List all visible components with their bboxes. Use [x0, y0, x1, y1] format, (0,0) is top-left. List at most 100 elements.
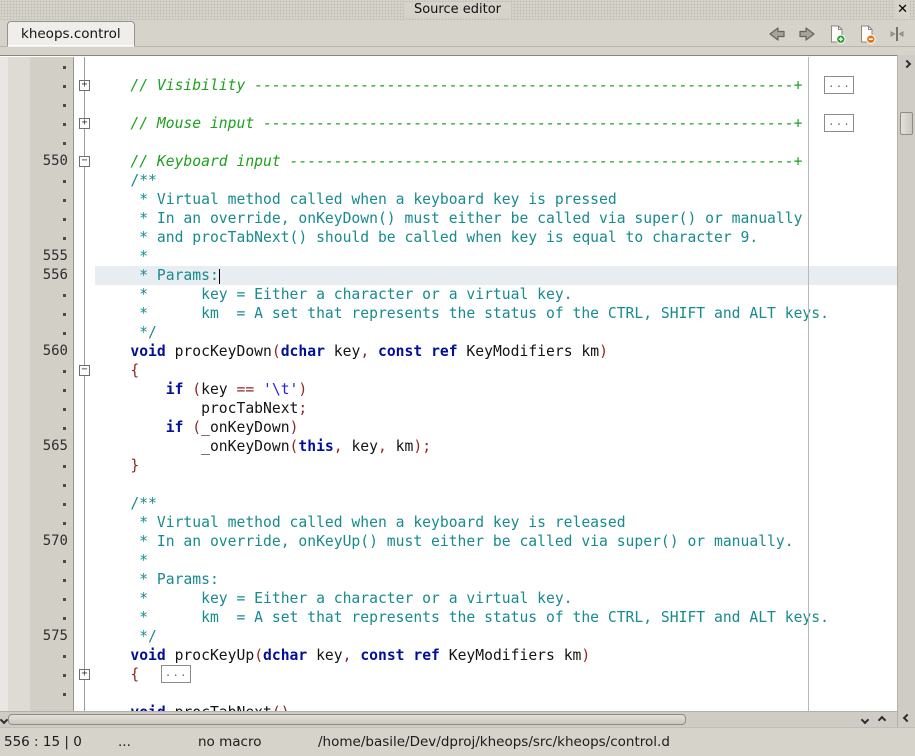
code-line[interactable]: * km = A set that represents the status …	[0, 608, 897, 627]
code-text[interactable]: // Visibility --------------------------…	[95, 76, 897, 95]
code-line[interactable]: * Virtual method called when a keyboard …	[0, 190, 897, 209]
vertical-scrollbar[interactable]	[897, 55, 915, 727]
bookmark-gutter	[8, 57, 30, 76]
code-line[interactable]	[0, 57, 897, 76]
code-text[interactable]	[95, 475, 897, 494]
code-text[interactable]: * Params:	[95, 266, 897, 285]
tab-kheops-control[interactable]: kheops.control	[7, 21, 135, 47]
code-text[interactable]	[95, 133, 897, 152]
code-line[interactable]: * key = Either a character or a virtual …	[0, 285, 897, 304]
code-token: )	[581, 647, 590, 664]
code-line[interactable]: 550− // Keyboard input -----------------…	[0, 152, 897, 171]
code-line[interactable]: 575 */	[0, 627, 897, 646]
code-line[interactable]: if (key == '\t')	[0, 380, 897, 399]
code-text[interactable]: *	[95, 247, 897, 266]
fold-toggle-icon[interactable]: +	[79, 669, 90, 680]
code-text[interactable]: procTabNext;	[95, 399, 897, 418]
code-line[interactable]: + {...	[0, 665, 897, 684]
code-text[interactable]: * and procTabNext() should be called whe…	[95, 228, 897, 247]
code-line[interactable]: 555 *	[0, 247, 897, 266]
code-line[interactable]: /**	[0, 494, 897, 513]
code-line[interactable]: + // Mouse input -----------------------…	[0, 114, 897, 133]
code-text[interactable]: {...	[95, 665, 897, 684]
code-line[interactable]: if (_onKeyDown)	[0, 418, 897, 437]
code-text[interactable]: */	[95, 627, 897, 646]
fold-toggle-icon[interactable]: +	[79, 118, 90, 129]
code-text[interactable]: *	[95, 551, 897, 570]
back-icon[interactable]	[767, 24, 787, 44]
fold-toggle-icon[interactable]: −	[79, 365, 90, 376]
code-line[interactable]	[0, 684, 897, 703]
code-token: key	[325, 343, 360, 360]
vertical-scroll-thumb[interactable]	[900, 112, 913, 135]
code-text[interactable]: * km = A set that represents the status …	[95, 304, 897, 323]
code-line[interactable]: procTabNext;	[0, 399, 897, 418]
code-text[interactable]	[95, 57, 897, 76]
forward-icon[interactable]	[797, 24, 817, 44]
code-text[interactable]: */	[95, 323, 897, 342]
code-text[interactable]: * km = A set that represents the status …	[95, 608, 897, 627]
code-text[interactable]	[95, 95, 897, 114]
code-text[interactable]: /**	[95, 171, 897, 190]
scroll-down-icon[interactable]	[898, 711, 915, 725]
scroll-left2-icon[interactable]	[858, 712, 872, 728]
line-dot	[30, 589, 73, 608]
new-document-icon[interactable]	[827, 24, 847, 44]
code-line[interactable]: void procKeyUp(dchar key, const ref KeyM…	[0, 646, 897, 665]
code-text[interactable]: // Mouse input -------------------------…	[95, 114, 897, 133]
code-text[interactable]: * In an override, onKeyDown() must eithe…	[95, 209, 897, 228]
code-text[interactable]: * key = Either a character or a virtual …	[95, 285, 897, 304]
code-line[interactable]: − {	[0, 361, 897, 380]
code-line[interactable]: + // Visibility ------------------------…	[0, 76, 897, 95]
code-line[interactable]: 556 * Params:	[0, 266, 897, 285]
collapsed-fold-box[interactable]: ...	[824, 76, 854, 94]
code-text[interactable]: void procKeyDown(dchar key, const ref Ke…	[95, 342, 897, 361]
scroll-up-icon[interactable]	[898, 57, 915, 71]
code-text[interactable]: if (_onKeyDown)	[95, 418, 897, 437]
code-line[interactable]	[0, 95, 897, 114]
code-line[interactable]: /**	[0, 171, 897, 190]
close-document-icon[interactable]	[857, 24, 877, 44]
code-line[interactable]: * key = Either a character or a virtual …	[0, 589, 897, 608]
code-editor[interactable]: + // Visibility ------------------------…	[0, 55, 897, 711]
window-titlebar[interactable]: Source editor ✕	[0, 0, 915, 20]
code-text[interactable]: }	[95, 456, 897, 475]
code-line[interactable]: *	[0, 551, 897, 570]
scroll-right-icon[interactable]	[875, 712, 889, 728]
horizontal-scroll-thumb[interactable]	[8, 714, 686, 725]
code-text[interactable]: * Params:	[95, 570, 897, 589]
code-line[interactable]	[0, 133, 897, 152]
code-text[interactable]: /**	[95, 494, 897, 513]
code-line[interactable]	[0, 475, 897, 494]
code-text[interactable]: {	[95, 361, 897, 380]
code-text[interactable]: * Virtual method called when a keyboard …	[95, 513, 897, 532]
code-line[interactable]: * In an override, onKeyDown() must eithe…	[0, 209, 897, 228]
code-line[interactable]: * Params:	[0, 570, 897, 589]
code-text[interactable]: * In an override, onKeyUp() must either …	[95, 532, 897, 551]
code-line[interactable]: 560 void procKeyDown(dchar key, const re…	[0, 342, 897, 361]
bookmark-gutter	[8, 570, 30, 589]
fold-toggle-icon[interactable]: +	[79, 80, 90, 91]
code-text[interactable]: _onKeyDown(this, key, km);	[95, 437, 897, 456]
code-line[interactable]: */	[0, 323, 897, 342]
code-line[interactable]: void procTabNext()	[0, 703, 897, 711]
code-text[interactable]: // Keyboard input ----------------------…	[95, 152, 897, 171]
code-line[interactable]: * and procTabNext() should be called whe…	[0, 228, 897, 247]
collapsed-fold-box[interactable]: ...	[824, 114, 854, 132]
code-line[interactable]: }	[0, 456, 897, 475]
code-text[interactable]: void procKeyUp(dchar key, const ref KeyM…	[95, 646, 897, 665]
code-line[interactable]: 570 * In an override, onKeyUp() must eit…	[0, 532, 897, 551]
horizontal-scrollbar[interactable]	[0, 711, 897, 727]
code-line[interactable]: * Virtual method called when a keyboard …	[0, 513, 897, 532]
close-icon[interactable]: ✕	[895, 0, 910, 19]
fold-toggle-icon[interactable]: −	[79, 156, 90, 167]
code-line[interactable]: * km = A set that represents the status …	[0, 304, 897, 323]
code-text[interactable]: if (key == '\t')	[95, 380, 897, 399]
collapsed-fold-box[interactable]: ...	[161, 665, 191, 683]
code-line[interactable]: 565 _onKeyDown(this, key, km);	[0, 437, 897, 456]
code-text[interactable]: * key = Either a character or a virtual …	[95, 589, 897, 608]
code-text[interactable]	[95, 684, 897, 703]
code-text[interactable]: * Virtual method called when a keyboard …	[95, 190, 897, 209]
split-view-icon[interactable]	[887, 24, 907, 44]
code-text[interactable]: void procTabNext()	[95, 703, 897, 711]
